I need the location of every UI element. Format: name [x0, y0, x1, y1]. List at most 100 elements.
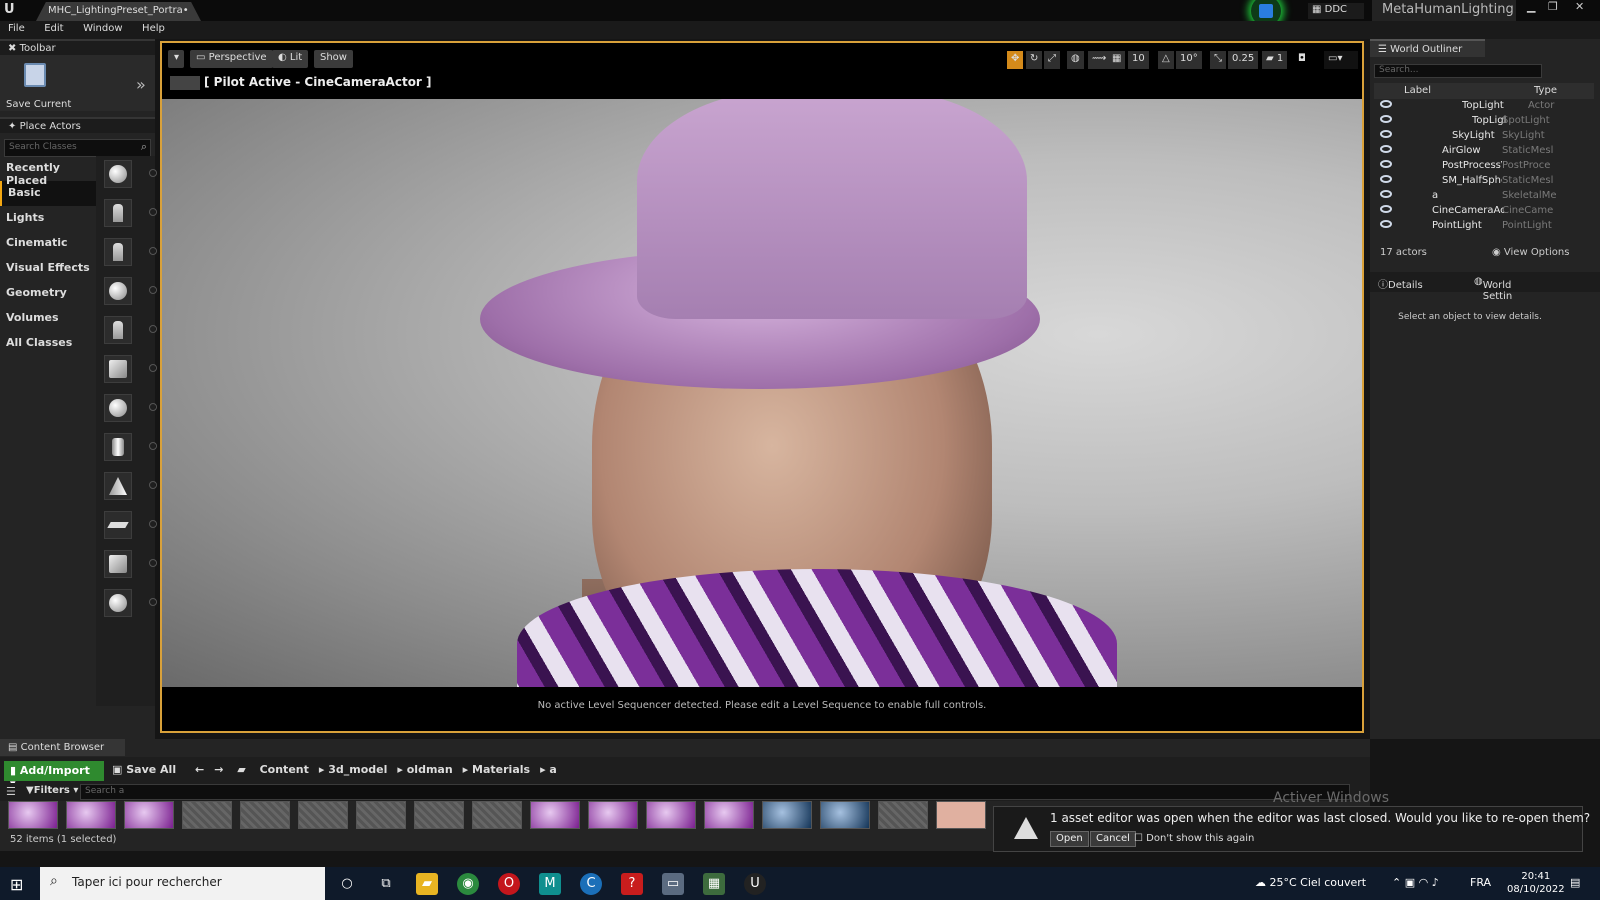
asset-thumbnail[interactable]: [414, 801, 464, 829]
viewport-options-button[interactable]: ▾: [168, 50, 184, 68]
breadcrumb-content[interactable]: Content: [260, 763, 309, 776]
grid-snap-value[interactable]: 10: [1128, 51, 1149, 69]
list-item[interactable]: CineCameraActcCineCame: [1374, 204, 1594, 219]
file-explorer-icon[interactable]: ▰: [416, 873, 438, 895]
category-recently-placed[interactable]: Recently Placed: [0, 156, 96, 187]
view-options-button[interactable]: ◉ View Options: [1492, 247, 1569, 258]
actor-cylinder[interactable]: [104, 433, 157, 461]
show-button[interactable]: Show: [314, 50, 353, 68]
asset-search-input[interactable]: Search a: [80, 784, 1350, 800]
list-item[interactable]: PointLight PointLight: [1374, 219, 1594, 234]
actor-box-trigger[interactable]: [104, 550, 157, 578]
menu-edit[interactable]: Edit: [36, 21, 71, 36]
dont-show-checkbox[interactable]: ☐ Don't show this again: [1134, 833, 1254, 844]
filters-button[interactable]: ▼Filters ▾: [26, 785, 78, 796]
actor-point-light[interactable]: [104, 277, 157, 305]
list-item[interactable]: PostProcessV PostProce: [1374, 159, 1594, 174]
back-arrow-icon[interactable]: ←: [195, 763, 204, 776]
level-tab[interactable]: MHC_LightingPreset_Portra•: [36, 2, 201, 21]
notification-center-icon[interactable]: ▤: [1570, 876, 1580, 889]
breadcrumb-3d-model[interactable]: 3d_model: [328, 763, 387, 776]
details-tab[interactable]: ⓘ Details: [1378, 276, 1423, 291]
rotation-snap-value[interactable]: 10°: [1176, 51, 1202, 69]
forward-arrow-icon[interactable]: →: [214, 763, 223, 776]
eject-pilot-button[interactable]: [170, 75, 200, 90]
breadcrumb-a[interactable]: a: [549, 763, 556, 776]
scene-render[interactable]: [162, 99, 1362, 687]
close-button[interactable]: ✕: [1575, 0, 1584, 14]
visibility-eye-icon[interactable]: [1380, 190, 1392, 198]
save-current-button[interactable]: [24, 63, 46, 87]
asset-thumbnail[interactable]: [878, 801, 928, 829]
viewport-layout-button[interactable]: ▭▾: [1324, 51, 1358, 69]
app-tool-icon[interactable]: ▦: [703, 873, 725, 895]
language-indicator[interactable]: FRA: [1470, 876, 1491, 889]
ddc-button[interactable]: ▦ DDC: [1308, 3, 1364, 19]
actor-empty-actor[interactable]: [104, 160, 157, 188]
asset-thumbnail[interactable]: [820, 801, 870, 829]
visibility-eye-icon[interactable]: [1380, 160, 1392, 168]
visibility-eye-icon[interactable]: [1380, 220, 1392, 228]
perspective-button[interactable]: ▭ Perspective: [190, 50, 273, 68]
menu-help[interactable]: Help: [134, 21, 173, 36]
asset-thumbnail[interactable]: [472, 801, 522, 829]
surface-snap-button[interactable]: ⟿: [1088, 51, 1111, 69]
category-lights[interactable]: Lights: [0, 206, 96, 231]
scale-tool-button[interactable]: ⤢: [1044, 51, 1060, 69]
list-item[interactable]: a SkeletalMe: [1374, 189, 1594, 204]
windows-start-icon[interactable]: ⊞: [10, 875, 23, 894]
asset-thumbnail[interactable]: [66, 801, 116, 829]
asset-thumbnail[interactable]: [8, 801, 58, 829]
task-view-icon[interactable]: ⧉: [375, 873, 397, 895]
maximize-button[interactable]: ❐: [1548, 0, 1558, 14]
open-button[interactable]: Open: [1050, 831, 1089, 847]
asset-thumbnail[interactable]: [588, 801, 638, 829]
asset-thumbnail[interactable]: [356, 801, 406, 829]
search-classes-input[interactable]: Search Classes ⌕: [4, 139, 151, 157]
asset-thumbnail[interactable]: [240, 801, 290, 829]
toolbar-tab[interactable]: ✖ Toolbar: [0, 39, 155, 55]
world-local-toggle[interactable]: ◍: [1067, 51, 1084, 69]
actor-cone[interactable]: [104, 472, 157, 500]
lit-button[interactable]: ◐ Lit: [272, 50, 309, 68]
tray-icons[interactable]: ⌃ ▣ ◠ ♪: [1392, 876, 1439, 889]
visibility-eye-icon[interactable]: [1380, 205, 1392, 213]
type-column-header[interactable]: Type: [1534, 85, 1557, 96]
save-all-button[interactable]: ▣ Save All: [112, 763, 176, 776]
asset-thumbnail[interactable]: [936, 801, 986, 829]
unreal-taskbar-icon[interactable]: U: [744, 873, 766, 895]
grid-snap-button[interactable]: ▦: [1108, 51, 1126, 69]
translate-tool-button[interactable]: ✥: [1007, 51, 1023, 69]
taskbar-clock[interactable]: 20:41 08/10/2022: [1507, 870, 1565, 896]
category-geometry[interactable]: Geometry: [0, 281, 96, 306]
visibility-eye-icon[interactable]: [1380, 130, 1392, 138]
breadcrumb-oldman[interactable]: oldman: [407, 763, 453, 776]
actor-player-start[interactable]: [104, 316, 157, 344]
actor-sphere[interactable]: [104, 394, 157, 422]
rotate-tool-button[interactable]: ↻: [1026, 51, 1043, 69]
actor-plane[interactable]: [104, 511, 157, 539]
minimize-button[interactable]: ▁: [1527, 0, 1535, 14]
actor-sphere-trigger[interactable]: [104, 589, 157, 617]
asset-thumbnail[interactable]: [762, 801, 812, 829]
list-item[interactable]: TopLigl SpotLight: [1374, 114, 1594, 129]
sources-toggle-icon[interactable]: ☰: [6, 785, 16, 798]
camera-speed-button[interactable]: ▰ 1: [1262, 51, 1288, 69]
actor-cube[interactable]: [104, 355, 157, 383]
metahuman-app-icon[interactable]: M: [539, 873, 561, 895]
asset-thumbnail[interactable]: [124, 801, 174, 829]
weather-widget[interactable]: ☁ 25°C Ciel couvert: [1255, 876, 1366, 889]
opera-icon[interactable]: O: [498, 873, 520, 895]
asset-thumbnail[interactable]: [182, 801, 232, 829]
list-item[interactable]: AirGlow StaticMesl: [1374, 144, 1594, 159]
menu-file[interactable]: File: [0, 21, 33, 36]
visibility-eye-icon[interactable]: [1380, 100, 1392, 108]
actor-empty-character[interactable]: [104, 199, 157, 227]
asset-thumbnail[interactable]: [530, 801, 580, 829]
cancel-button[interactable]: Cancel: [1090, 831, 1136, 847]
scale-snap-value[interactable]: 0.25: [1228, 51, 1259, 69]
visibility-eye-icon[interactable]: [1380, 145, 1392, 153]
app-window-icon[interactable]: ▭: [662, 873, 684, 895]
outliner-search-input[interactable]: Search...: [1374, 64, 1542, 78]
category-cinematic[interactable]: Cinematic: [0, 231, 96, 256]
